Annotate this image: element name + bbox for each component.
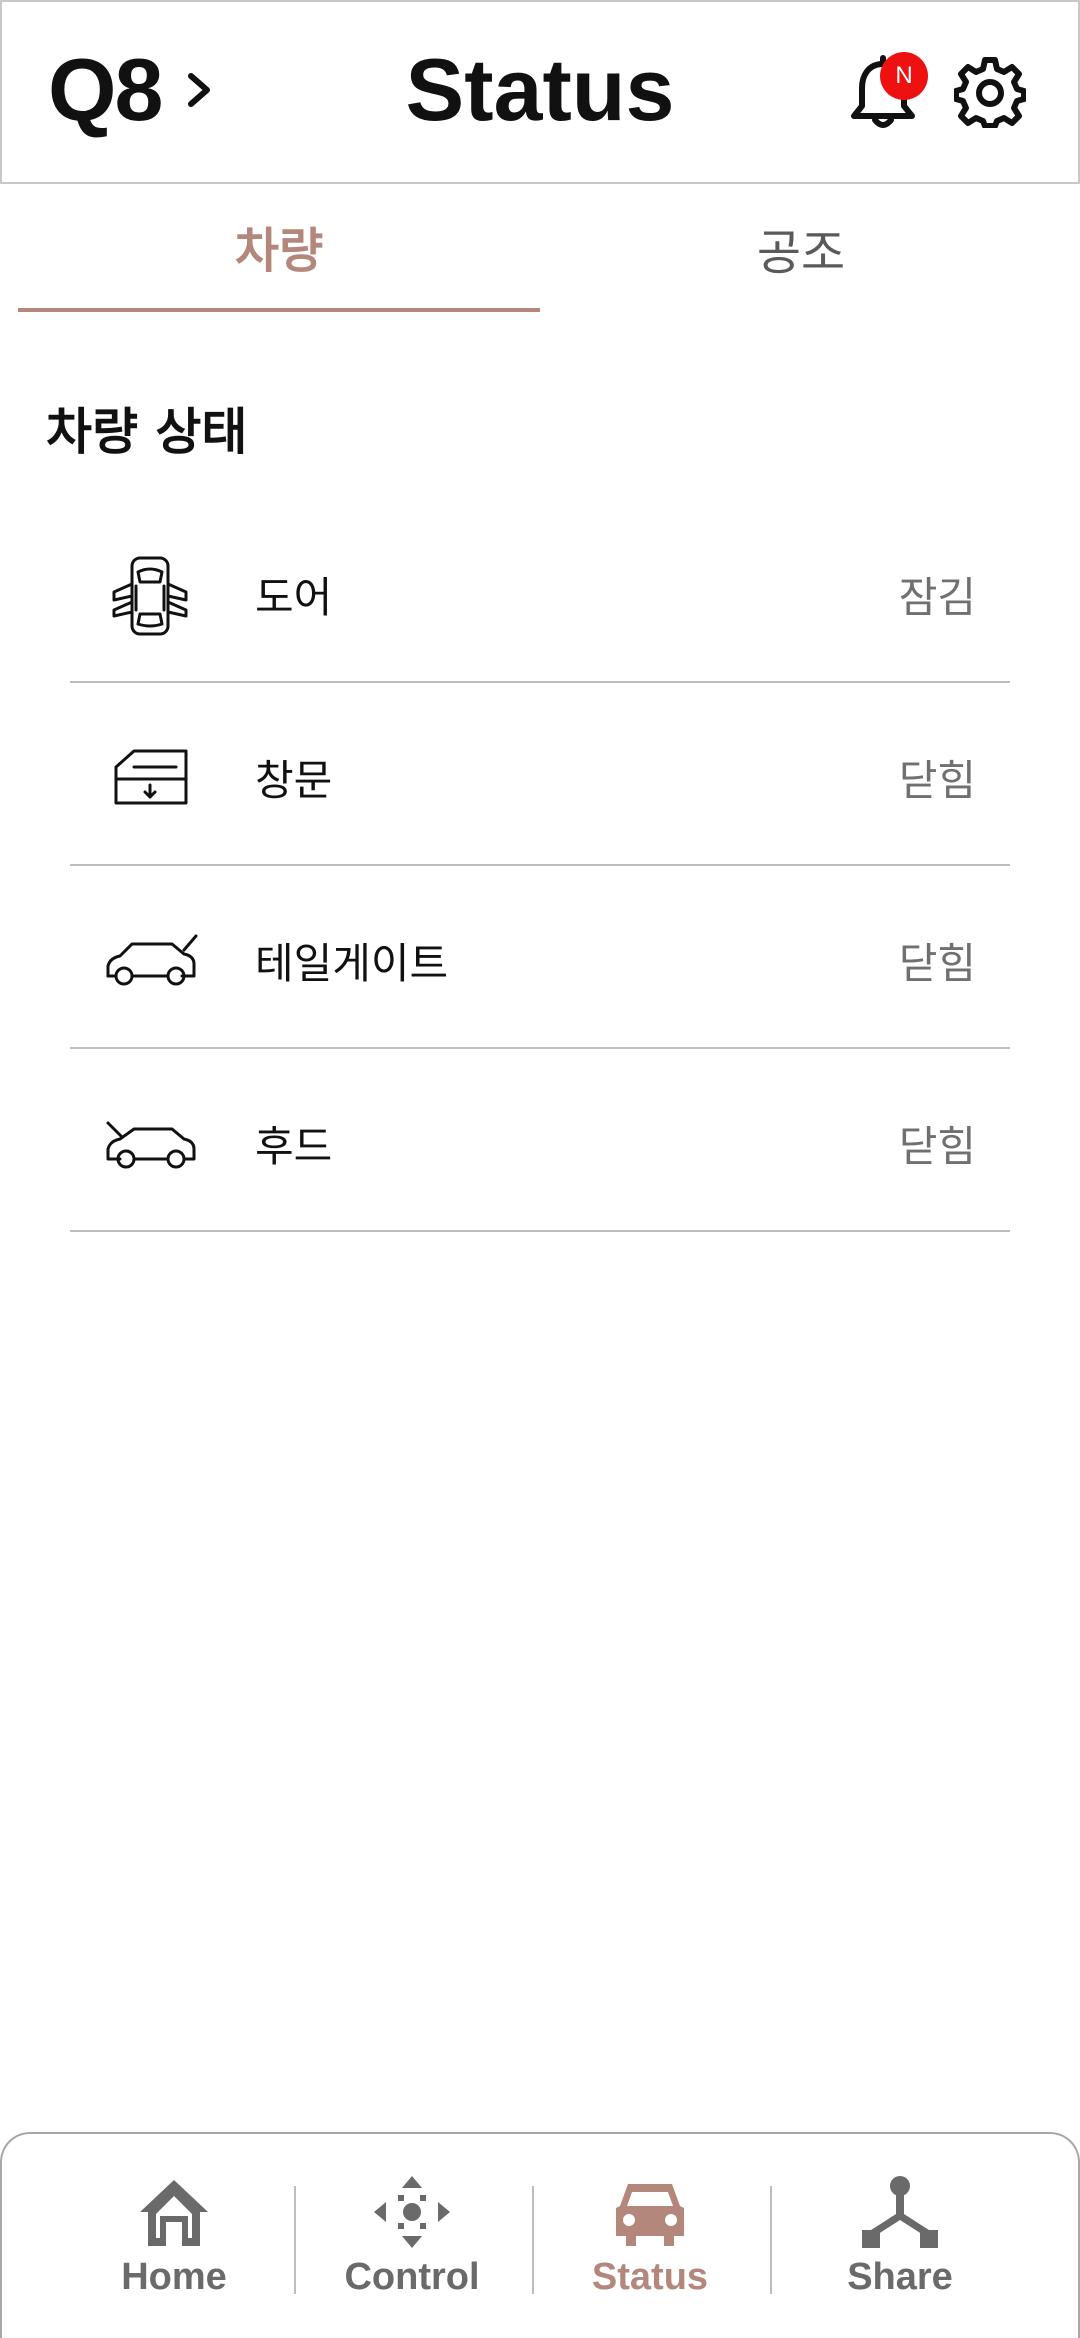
gear-icon[interactable] xyxy=(954,56,1026,128)
tab-vehicle[interactable]: 차량 xyxy=(18,184,540,312)
status-value: 잠김 xyxy=(898,573,976,622)
notification-badge: N xyxy=(880,52,928,100)
tab-bar: 차량 공조 xyxy=(18,184,1062,312)
status-value: 닫힘 xyxy=(898,939,976,988)
nav-divider xyxy=(770,2186,772,2294)
car-hood-icon xyxy=(106,1121,196,1169)
tab-climate[interactable]: 공조 xyxy=(540,184,1062,312)
status-label: 후드 xyxy=(255,1122,333,1171)
control-dpad-icon xyxy=(374,2176,450,2248)
nav-label: Status xyxy=(591,2256,709,2298)
app-header: Q8 Status N xyxy=(0,0,1080,184)
nav-label: Control xyxy=(344,2256,480,2298)
nav-label: Home xyxy=(121,2256,227,2298)
section-title: 차량 상태 xyxy=(46,403,248,461)
car-doors-open-icon xyxy=(112,556,188,636)
status-row-hood[interactable]: 후드 닫힘 xyxy=(70,1049,1010,1232)
nav-home[interactable]: Home xyxy=(54,2174,294,2324)
status-label: 도어 xyxy=(255,573,333,622)
bottom-nav: Home Control Status Share xyxy=(0,2132,1080,2338)
share-icon xyxy=(862,2176,938,2248)
status-row-tailgate[interactable]: 테일게이트 닫힘 xyxy=(70,866,1010,1049)
car-tailgate-icon xyxy=(106,934,198,986)
home-icon xyxy=(140,2180,208,2246)
status-value: 닫힘 xyxy=(898,1122,976,1171)
nav-share[interactable]: Share xyxy=(780,2174,1020,2324)
status-label: 창문 xyxy=(255,756,333,805)
status-row-window[interactable]: 창문 닫힘 xyxy=(70,683,1010,866)
status-row-door[interactable]: 도어 잠김 xyxy=(70,500,1010,683)
nav-status[interactable]: Status xyxy=(530,2174,770,2324)
nav-label: Share xyxy=(847,2256,953,2298)
nav-control[interactable]: Control xyxy=(292,2174,532,2324)
car-window-icon xyxy=(114,749,188,805)
car-icon xyxy=(616,2184,684,2246)
status-list: 도어 잠김 창문 닫힘 테일게이트 닫힘 후드 닫힘 xyxy=(70,500,1010,1232)
status-value: 닫힘 xyxy=(898,756,976,805)
status-label: 테일게이트 xyxy=(255,939,449,988)
